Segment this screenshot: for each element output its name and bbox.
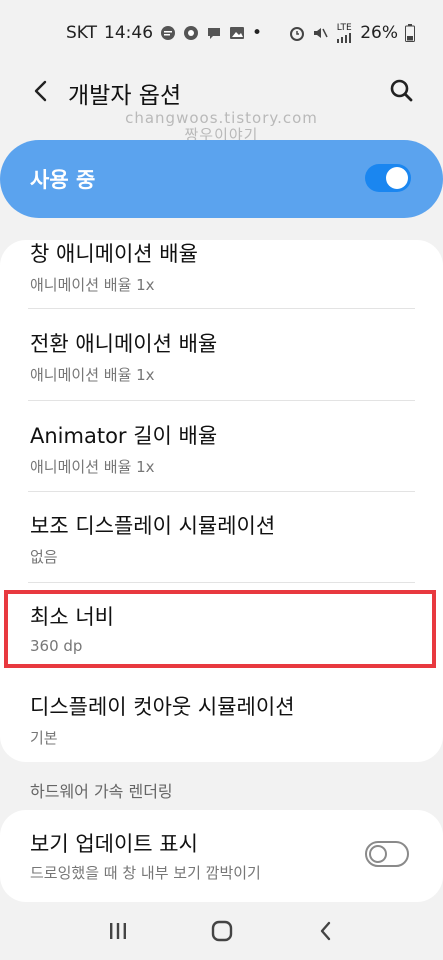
master-switch-bar[interactable]: 사용 중 <box>0 140 443 218</box>
watermark: changwoos.tistory.com 짱우이야기 <box>0 110 443 144</box>
lte-label: LTE <box>336 22 352 33</box>
watermark-url: changwoos.tistory.com <box>125 109 318 127</box>
status-bar: SKT 14:46 • LTE 26% <box>0 0 443 66</box>
status-right: LTE 26% <box>289 23 415 43</box>
setting-window-animation-scale[interactable]: 창 애니메이션 배율 애니메이션 배율 1x <box>0 240 443 295</box>
setting-subtitle: 드로잉했을 때 창 내부 보기 깜박이기 <box>30 864 261 882</box>
status-left: SKT 14:46 • <box>66 23 262 43</box>
status-dot: • <box>252 23 263 43</box>
highlight-box <box>4 590 436 668</box>
setting-transition-animation-scale[interactable]: 전환 애니메이션 배율 애니메이션 배율 1x <box>0 328 443 385</box>
setting-title: 창 애니메이션 배율 <box>30 242 198 266</box>
recent-apps-icon[interactable] <box>97 910 139 952</box>
setting-title: Animator 길이 배율 <box>30 424 218 448</box>
setting-secondary-display-simulation[interactable]: 보조 디스플레이 시뮬레이션 없음 <box>0 510 443 567</box>
carrier-label: SKT <box>66 23 98 43</box>
settings-card: 창 애니메이션 배율 애니메이션 배율 1x 전환 애니메이션 배율 애니메이션… <box>0 240 443 762</box>
master-toggle[interactable] <box>365 164 411 192</box>
setting-title: 디스플레이 컷아웃 시뮬레이션 <box>30 695 295 719</box>
page-title: 개발자 옵션 <box>68 83 182 109</box>
setting-title: 보기 업데이트 표시 <box>30 832 198 856</box>
image-icon <box>229 25 245 41</box>
sale-icon <box>183 25 199 41</box>
back-icon[interactable] <box>305 910 347 952</box>
setting-display-cutout-simulation[interactable]: 디스플레이 컷아웃 시뮬레이션 기본 <box>0 691 443 748</box>
back-arrow-icon[interactable] <box>26 74 56 108</box>
hardware-card: 보기 업데이트 표시 드로잉했을 때 창 내부 보기 깜박이기 <box>0 810 443 902</box>
setting-subtitle: 없음 <box>30 548 58 566</box>
clock: 14:46 <box>104 23 154 43</box>
setting-subtitle: 기본 <box>30 729 58 747</box>
mute-icon <box>312 25 328 41</box>
navigation-bar <box>0 902 443 960</box>
toggle-knob <box>369 845 387 863</box>
search-icon[interactable] <box>387 76 417 106</box>
setting-subtitle: 애니메이션 배율 1x <box>30 276 155 294</box>
divider <box>28 308 415 309</box>
message-icon <box>160 25 176 41</box>
divider <box>28 491 415 492</box>
divider <box>28 400 415 401</box>
setting-title: 전환 애니메이션 배율 <box>30 332 218 356</box>
home-icon[interactable] <box>201 910 243 952</box>
divider <box>28 582 415 583</box>
show-view-updates-toggle[interactable] <box>365 841 409 867</box>
setting-subtitle: 애니메이션 배율 1x <box>30 458 155 476</box>
section-header-hardware: 하드웨어 가속 렌더링 <box>30 782 173 801</box>
battery-icon <box>405 24 415 42</box>
alarm-icon <box>289 25 305 41</box>
battery-percent: 26% <box>360 23 398 43</box>
setting-subtitle: 애니메이션 배율 1x <box>30 366 155 384</box>
toggle-knob <box>386 167 408 189</box>
chat-icon <box>206 25 222 41</box>
lte-signal-icon: LTE <box>335 22 353 43</box>
master-switch-label: 사용 중 <box>30 168 96 192</box>
setting-title: 보조 디스플레이 시뮬레이션 <box>30 514 276 538</box>
setting-animator-duration-scale[interactable]: Animator 길이 배율 애니메이션 배율 1x <box>0 420 443 477</box>
